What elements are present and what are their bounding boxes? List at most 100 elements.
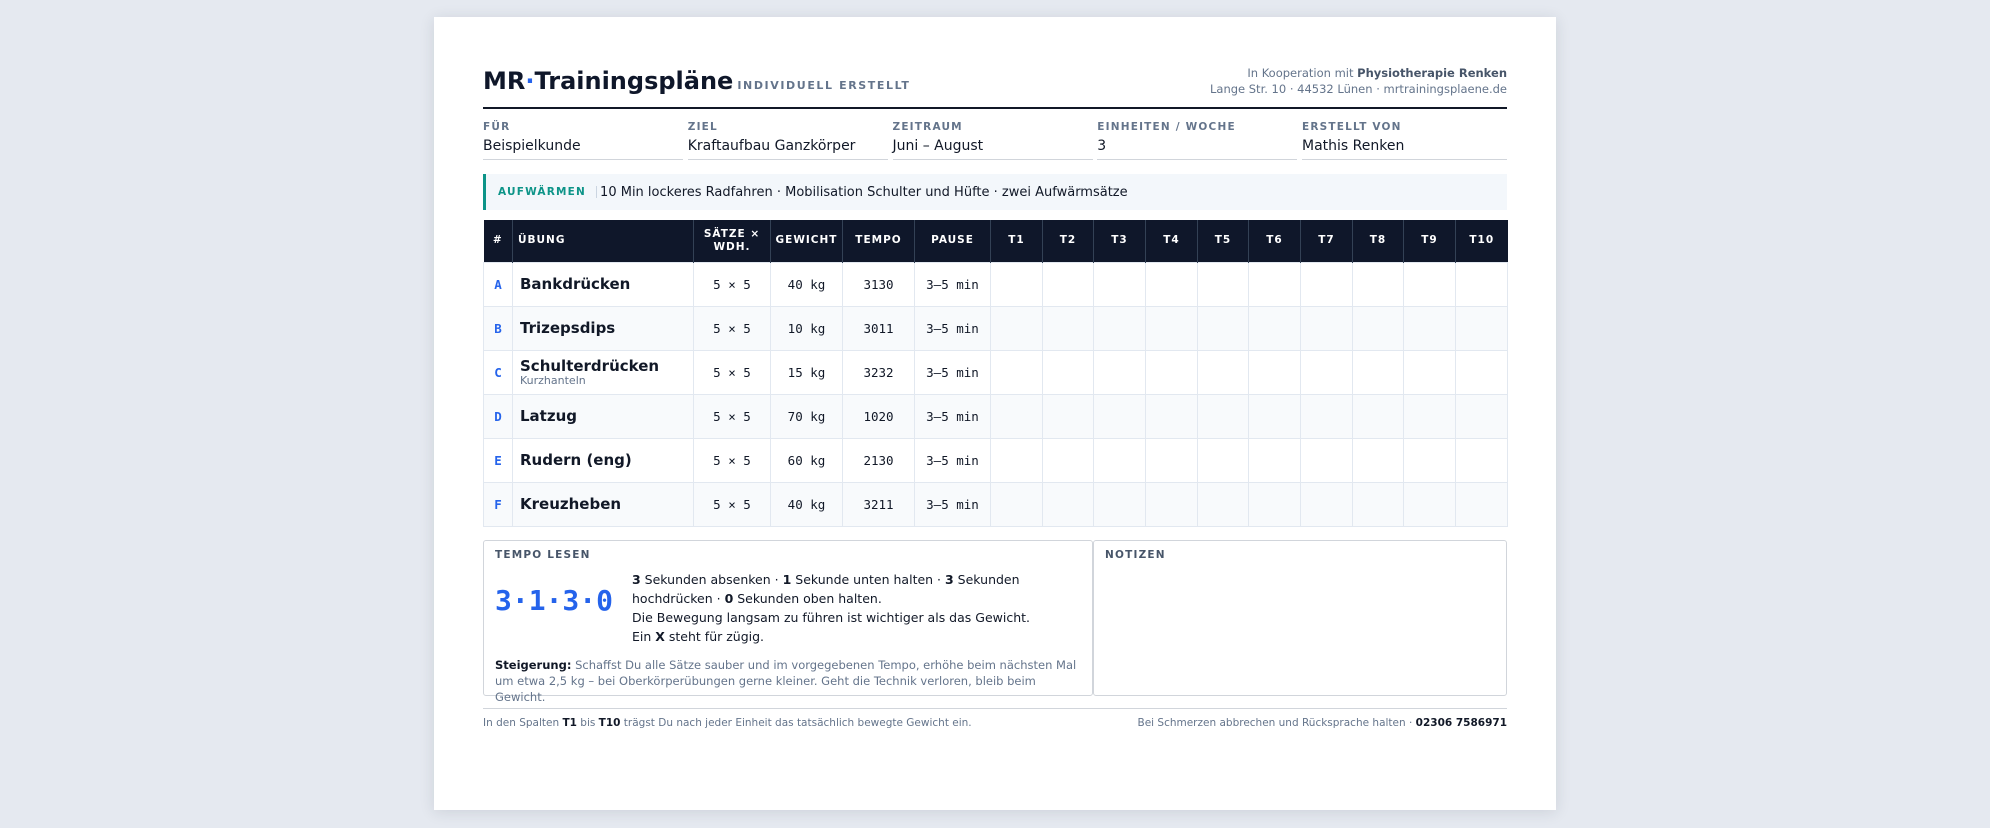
exercise-name: Latzug: [520, 407, 577, 425]
log-cell-t6[interactable]: [1248, 437, 1301, 483]
log-cell-t6[interactable]: [1248, 393, 1301, 439]
log-cell-t6[interactable]: [1248, 261, 1301, 307]
meta-author: ERSTELLT VON Mathis Renken: [1302, 121, 1507, 160]
notes-box[interactable]: NOTIZEN: [1093, 539, 1507, 696]
log-cell-t1[interactable]: [990, 393, 1043, 439]
log-cell-t4[interactable]: [1145, 305, 1198, 351]
log-cell-t9[interactable]: [1403, 305, 1456, 351]
log-cell-t3[interactable]: [1093, 305, 1146, 351]
log-cell-t4[interactable]: [1145, 481, 1198, 527]
log-cell-t1[interactable]: [990, 437, 1043, 483]
log-cell-t3[interactable]: [1093, 437, 1146, 483]
log-cell-t5[interactable]: [1197, 305, 1249, 351]
log-cell-t1[interactable]: [990, 481, 1043, 527]
log-cell-t7[interactable]: [1300, 393, 1353, 439]
log-cell-t3[interactable]: [1093, 481, 1146, 527]
log-cell-t9[interactable]: [1403, 481, 1456, 527]
exercise-note: Kurzhanteln: [520, 374, 586, 387]
tempo-cell: 3011: [842, 305, 915, 351]
log-cell-t4[interactable]: [1145, 349, 1198, 395]
brand: MR·Trainingspläne INDIVIDUELL ERSTELLT: [483, 67, 911, 107]
log-cell-t9[interactable]: [1403, 261, 1456, 307]
log-cell-t7[interactable]: [1300, 261, 1353, 307]
log-cell-t10[interactable]: [1455, 437, 1508, 483]
log-cell-t8[interactable]: [1352, 261, 1404, 307]
log-cell-t6[interactable]: [1248, 305, 1301, 351]
tempo-text: steht für zügig.: [664, 628, 765, 644]
header-sets-line1: SÄTZE ×: [703, 227, 761, 240]
rest-cell: 3–5 min: [914, 349, 991, 395]
log-cell-t8[interactable]: [1352, 393, 1404, 439]
tempo-digit: 3: [945, 571, 954, 587]
log-cell-t7[interactable]: [1300, 349, 1353, 395]
training-plan-sheet: MR·Trainingspläne INDIVIDUELL ERSTELLT I…: [434, 17, 1556, 810]
log-cell-t8[interactable]: [1352, 437, 1404, 483]
log-cell-t3[interactable]: [1093, 393, 1146, 439]
log-cell-t10[interactable]: [1455, 261, 1508, 307]
log-cell-t3[interactable]: [1093, 261, 1146, 307]
log-cell-t7[interactable]: [1300, 481, 1353, 527]
tempo-description: 3 Sekunden absenken · 1 Sekunde unten ha…: [632, 570, 1052, 646]
log-cell-t2[interactable]: [1042, 393, 1094, 439]
exercise-cell: Rudern (eng): [512, 437, 694, 483]
log-cell-t10[interactable]: [1455, 481, 1508, 527]
log-cell-t9[interactable]: [1403, 437, 1456, 483]
log-cell-t1[interactable]: [990, 349, 1043, 395]
log-cell-t4[interactable]: [1145, 437, 1198, 483]
log-cell-t5[interactable]: [1197, 393, 1249, 439]
log-cell-t10[interactable]: [1455, 393, 1508, 439]
log-cell-t9[interactable]: [1403, 393, 1456, 439]
tempo-cell: 3211: [842, 481, 915, 527]
header-t2: T2: [1042, 220, 1094, 262]
rest-cell: 3–5 min: [914, 437, 991, 483]
log-cell-t2[interactable]: [1042, 305, 1094, 351]
tempo-digit: 3: [632, 571, 641, 587]
header-sets: SÄTZE × WDH.: [693, 220, 771, 262]
footer-bold: T10: [598, 716, 621, 729]
meta-period: ZEITRAUM Juni – August: [892, 121, 1098, 160]
table-row: F Kreuzheben 5 × 5 40 kg 3211 3–5 min: [483, 481, 1508, 527]
log-cell-t3[interactable]: [1093, 349, 1146, 395]
weight-cell: 70 kg: [770, 393, 843, 439]
log-cell-t4[interactable]: [1145, 393, 1198, 439]
log-cell-t9[interactable]: [1403, 349, 1456, 395]
log-cell-t7[interactable]: [1300, 437, 1353, 483]
meta-value: Mathis Renken: [1302, 138, 1507, 160]
tempo-title: TEMPO LESEN: [495, 548, 591, 561]
log-cell-t5[interactable]: [1197, 481, 1249, 527]
log-cell-t6[interactable]: [1248, 481, 1301, 527]
log-cell-t10[interactable]: [1455, 349, 1508, 395]
log-cell-t5[interactable]: [1197, 437, 1249, 483]
tempo-x: X: [655, 628, 665, 644]
log-cell-t1[interactable]: [990, 261, 1043, 307]
meta-label: ERSTELLT VON: [1302, 121, 1402, 133]
log-cell-t8[interactable]: [1352, 481, 1404, 527]
log-cell-t2[interactable]: [1042, 437, 1094, 483]
weight-cell: 40 kg: [770, 481, 843, 527]
log-cell-t6[interactable]: [1248, 349, 1301, 395]
log-cell-t10[interactable]: [1455, 305, 1508, 351]
log-cell-t4[interactable]: [1145, 261, 1198, 307]
log-cell-t2[interactable]: [1042, 261, 1094, 307]
progression-note: Steigerung: Schaffst Du alle Sätze saube…: [495, 657, 1081, 705]
log-cell-t8[interactable]: [1352, 305, 1404, 351]
log-cell-t2[interactable]: [1042, 481, 1094, 527]
header-weight: GEWICHT: [770, 220, 843, 262]
log-cell-t2[interactable]: [1042, 349, 1094, 395]
log-cell-t5[interactable]: [1197, 261, 1249, 307]
log-cell-t8[interactable]: [1352, 349, 1404, 395]
header-t1: T1: [990, 220, 1043, 262]
log-cell-t5[interactable]: [1197, 349, 1249, 395]
header-t5: T5: [1197, 220, 1249, 262]
log-cell-t1[interactable]: [990, 305, 1043, 351]
sets-cell: 5 × 5: [693, 305, 771, 351]
header-t9: T9: [1403, 220, 1456, 262]
tempo-cell: 2130: [842, 437, 915, 483]
tempo-cell: 1020: [842, 393, 915, 439]
header-id: #: [483, 220, 513, 262]
log-cell-t7[interactable]: [1300, 305, 1353, 351]
brand-dot: ·: [525, 67, 535, 95]
rest-cell: 3–5 min: [914, 261, 991, 307]
table-row: B Trizepsdips 5 × 5 10 kg 3011 3–5 min: [483, 305, 1508, 351]
brand-right: Trainingspläne: [534, 67, 734, 95]
